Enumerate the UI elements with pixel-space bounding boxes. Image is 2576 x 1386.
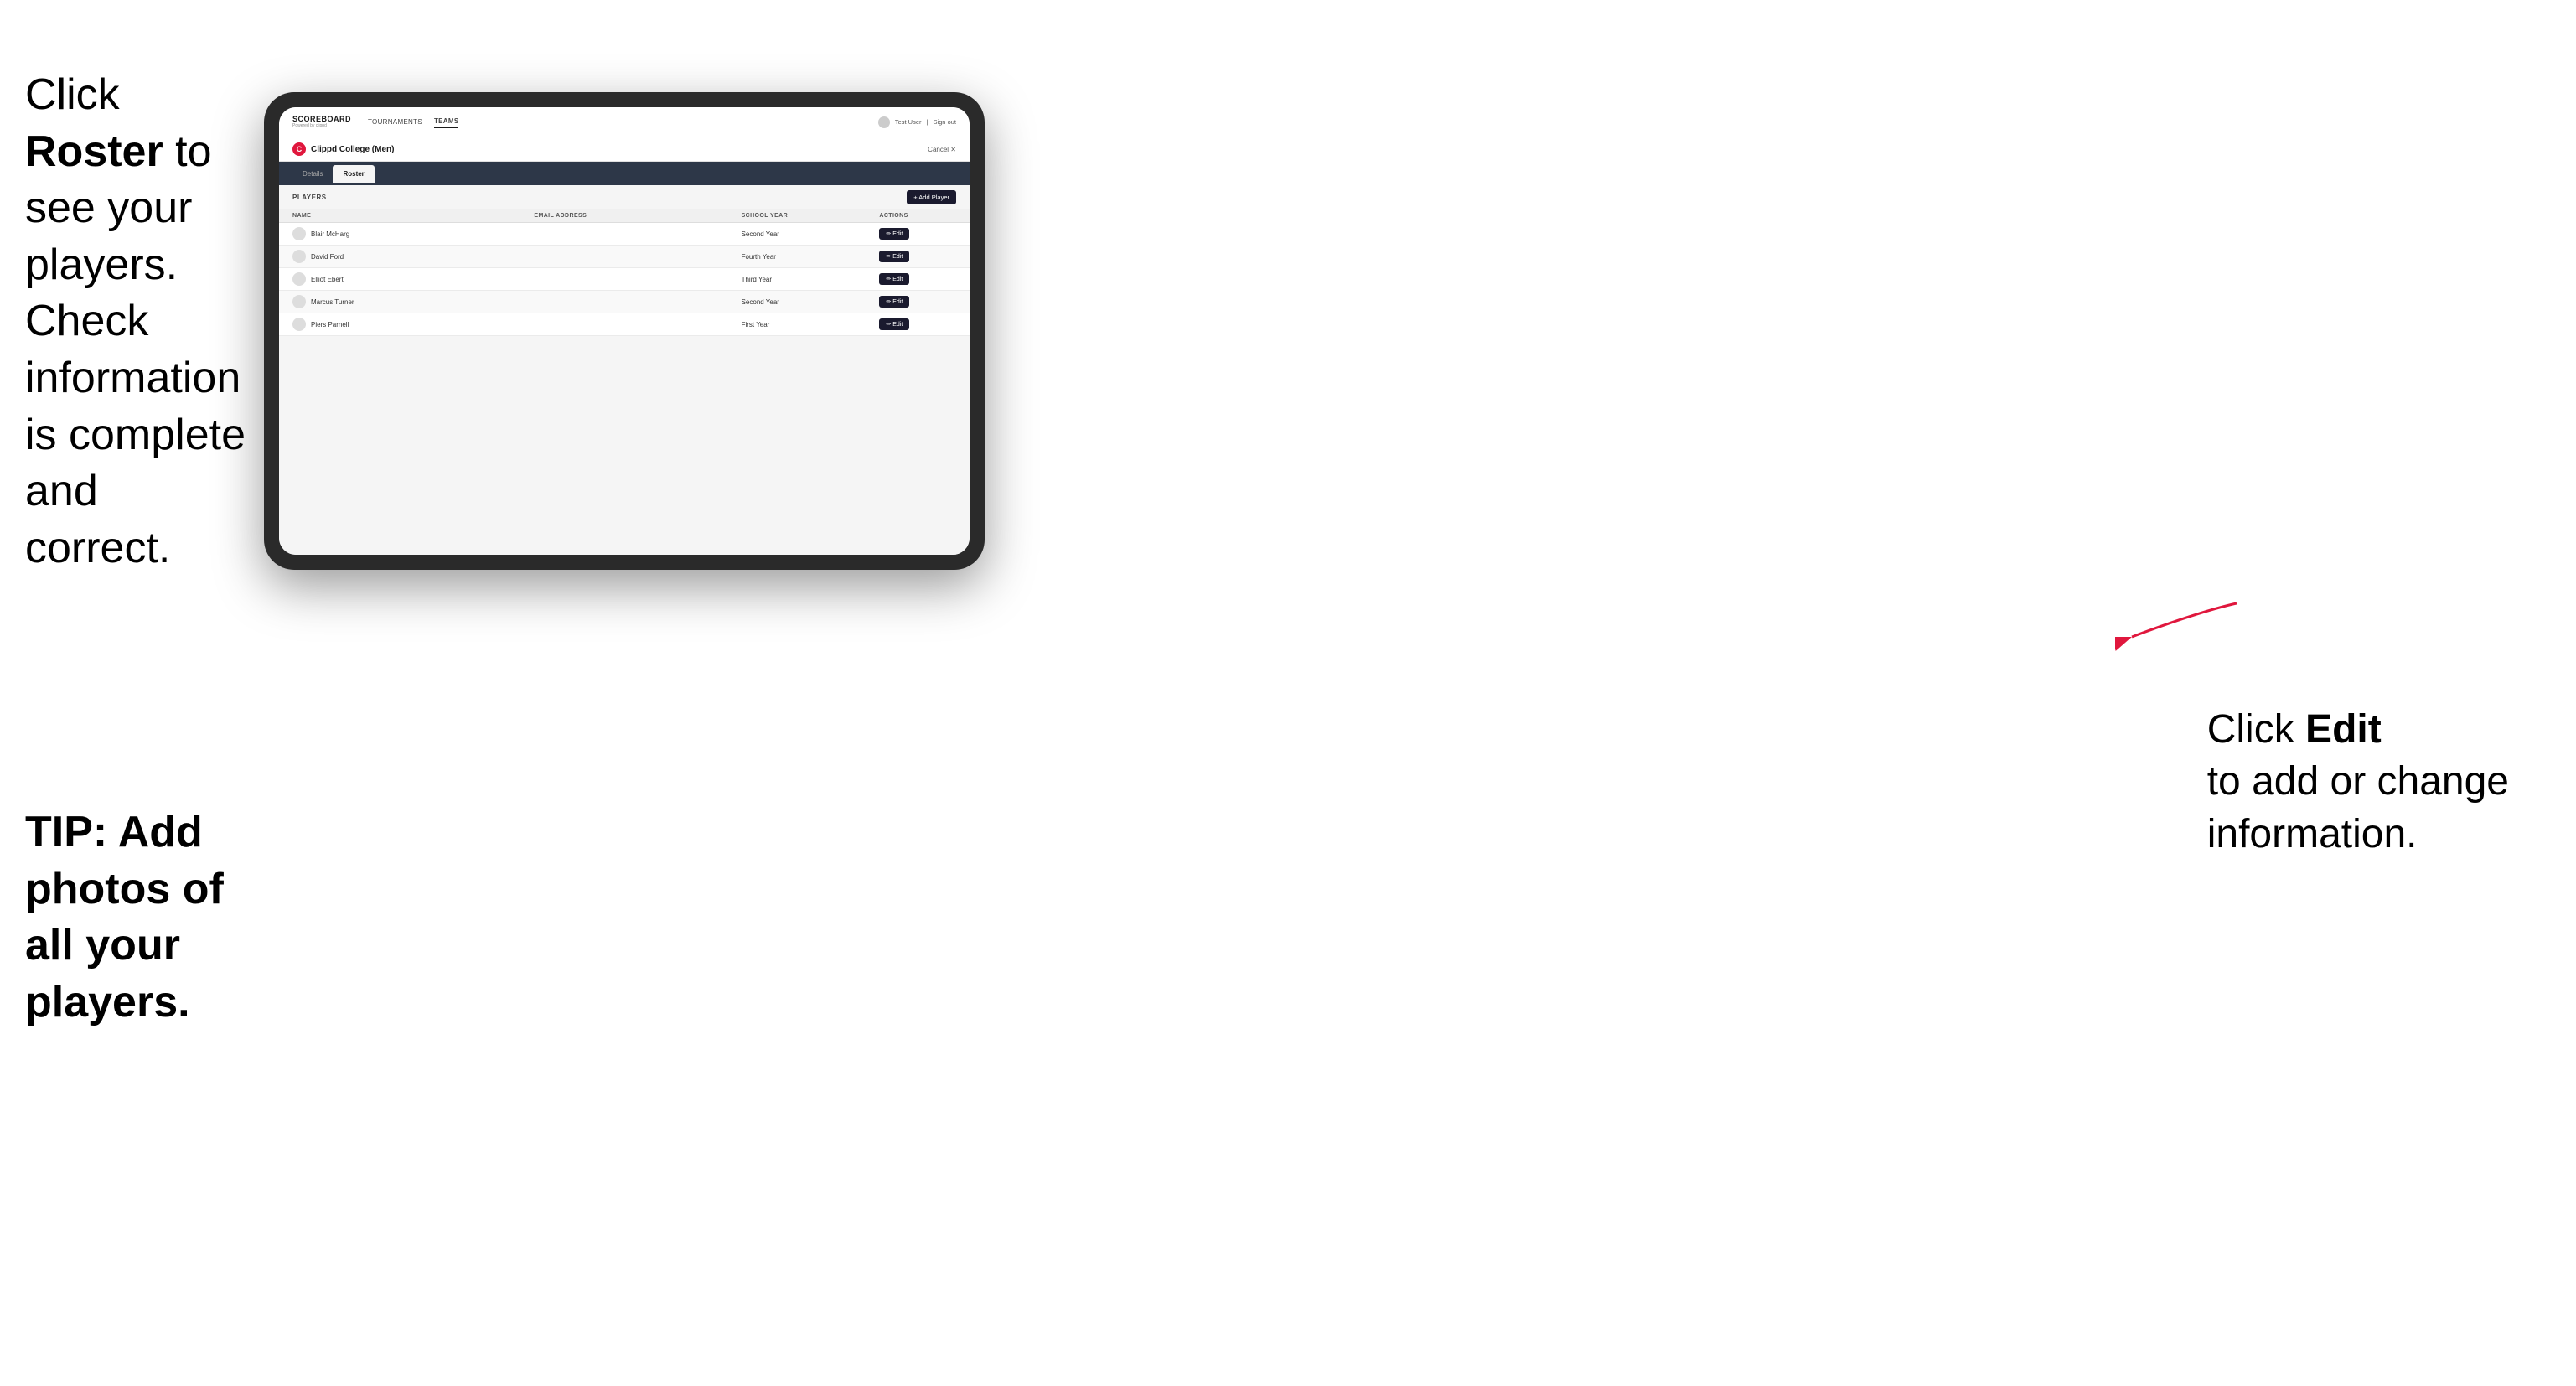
table-row: Piers Parnell First Year ✏ Edit — [279, 313, 970, 336]
right-arrow — [2115, 595, 2241, 679]
player-actions-cell: ✏ Edit — [866, 223, 970, 246]
add-player-button[interactable]: + Add Player — [907, 190, 956, 204]
player-email-cell — [520, 291, 727, 313]
edit-icon: ✏ — [886, 298, 891, 305]
col-header-actions: ACTIONS — [866, 209, 970, 223]
right-annotation: Click Editto add or changeinformation. — [2207, 704, 2509, 861]
edit-button-1[interactable]: ✏ Edit — [879, 251, 909, 262]
table-row: David Ford Fourth Year ✏ Edit — [279, 246, 970, 268]
table-row: Elliot Ebert Third Year ✏ Edit — [279, 268, 970, 291]
tab-details[interactable]: Details — [292, 165, 333, 183]
col-header-year: SCHOOL YEAR — [728, 209, 866, 223]
user-name: Test User — [895, 118, 922, 126]
players-table: NAME EMAIL ADDRESS SCHOOL YEAR ACTIONS B… — [279, 209, 970, 336]
player-email-cell — [520, 268, 727, 291]
left-annotation: Click Roster tosee your players.Check in… — [25, 67, 268, 577]
player-name-cell: Piers Parnell — [279, 313, 520, 336]
table-row: Blair McHarg Second Year ✏ Edit — [279, 223, 970, 246]
player-year-cell: Third Year — [728, 268, 866, 291]
table-header: NAME EMAIL ADDRESS SCHOOL YEAR ACTIONS — [279, 209, 970, 223]
player-email-cell — [520, 223, 727, 246]
player-actions-cell: ✏ Edit — [866, 313, 970, 336]
player-actions-cell: ✏ Edit — [866, 291, 970, 313]
player-year-cell: Second Year — [728, 291, 866, 313]
player-year-cell: Fourth Year — [728, 246, 866, 268]
edit-icon: ✏ — [886, 321, 891, 328]
logo-area: SCOREBOARD Powered by clippd — [292, 116, 351, 129]
top-nav: SCOREBOARD Powered by clippd TOURNAMENTS… — [279, 107, 970, 137]
player-avatar — [292, 318, 306, 331]
player-actions-cell: ✏ Edit — [866, 246, 970, 268]
players-header: PLAYERS + Add Player — [279, 185, 970, 209]
logo-text: SCOREBOARD — [292, 116, 351, 124]
logo-sub: Powered by clippd — [292, 123, 351, 128]
user-avatar — [878, 116, 890, 128]
nav-right: Test User | Sign out — [878, 116, 956, 128]
tablet-device: SCOREBOARD Powered by clippd TOURNAMENTS… — [264, 92, 985, 570]
nav-items: TOURNAMENTS TEAMS — [368, 116, 458, 128]
player-avatar — [292, 295, 306, 308]
player-avatar — [292, 272, 306, 286]
player-name-cell: Marcus Turner — [279, 291, 520, 313]
edit-button-3[interactable]: ✏ Edit — [879, 296, 909, 308]
player-name-cell: David Ford — [279, 246, 520, 268]
edit-button-2[interactable]: ✏ Edit — [879, 273, 909, 285]
content-area: PLAYERS + Add Player NAME EMAIL ADDRESS … — [279, 185, 970, 555]
player-avatar — [292, 250, 306, 263]
player-year-cell: First Year — [728, 313, 866, 336]
tab-roster[interactable]: Roster — [333, 165, 374, 183]
tabs-bar: Details Roster — [279, 162, 970, 185]
col-header-name: NAME — [279, 209, 520, 223]
player-email-cell — [520, 313, 727, 336]
edit-icon: ✏ — [886, 276, 891, 282]
tablet-screen: SCOREBOARD Powered by clippd TOURNAMENTS… — [279, 107, 970, 555]
cancel-button[interactable]: Cancel ✕ — [928, 146, 956, 153]
edit-icon: ✏ — [886, 230, 891, 237]
edit-icon: ✏ — [886, 253, 891, 260]
table-row: Marcus Turner Second Year ✏ Edit — [279, 291, 970, 313]
team-logo-icon: C — [292, 142, 306, 156]
nav-teams[interactable]: TEAMS — [434, 116, 459, 128]
sign-out-link[interactable]: Sign out — [933, 118, 956, 126]
players-label: PLAYERS — [292, 194, 327, 201]
nav-tournaments[interactable]: TOURNAMENTS — [368, 116, 422, 127]
edit-button-0[interactable]: ✏ Edit — [879, 228, 909, 240]
tip-annotation: TIP: Add photos ofall your players. — [25, 804, 268, 1031]
nav-divider: | — [927, 118, 928, 126]
edit-button-4[interactable]: ✏ Edit — [879, 318, 909, 330]
team-name: Clippd College (Men) — [311, 145, 394, 154]
player-year-cell: Second Year — [728, 223, 866, 246]
team-header: C Clippd College (Men) Cancel ✕ — [279, 137, 970, 162]
player-avatar — [292, 227, 306, 240]
player-email-cell — [520, 246, 727, 268]
player-actions-cell: ✏ Edit — [866, 268, 970, 291]
col-header-email: EMAIL ADDRESS — [520, 209, 727, 223]
player-name-cell: Blair McHarg — [279, 223, 520, 246]
player-name-cell: Elliot Ebert — [279, 268, 520, 291]
table-body: Blair McHarg Second Year ✏ Edit — [279, 223, 970, 336]
